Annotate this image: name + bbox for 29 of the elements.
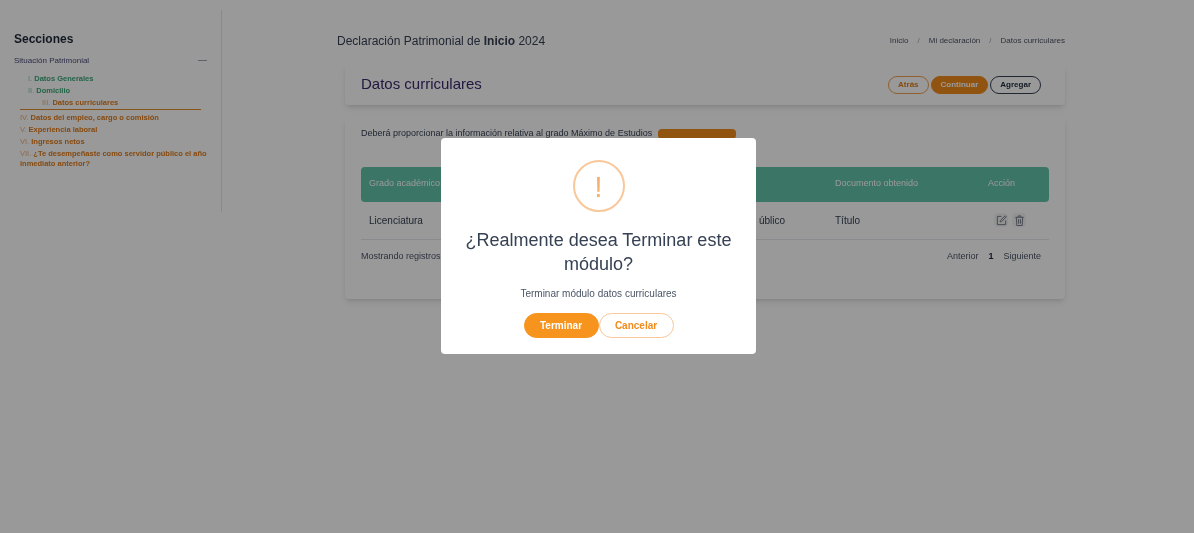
dialog-button[interactable]: Cancelar <box>598 313 674 338</box>
section-group-label[interactable]: Situación Patrimonial <box>14 54 90 67</box>
table-cell-text: Título <box>835 213 860 228</box>
table-cell-text: Licenciatura <box>369 213 423 228</box>
column-header: Grado académico <box>369 177 441 191</box>
action-button[interactable]: Continuar <box>930 75 989 94</box>
breadcrumb-link[interactable]: Inicio <box>889 35 909 47</box>
breadcrumb-link[interactable]: Mi declaración <box>928 35 981 47</box>
dialog-title: ¿Realmente desea Terminar este módulo? <box>464 229 733 276</box>
sidebar-title: Secciones <box>14 31 75 48</box>
dialog-button[interactable]: Terminar <box>523 313 599 338</box>
next-link[interactable]: Siguiente <box>1003 249 1041 263</box>
page-number[interactable]: 1 <box>988 249 994 263</box>
warning-icon: ! <box>572 160 625 212</box>
page-title: Declaración Patrimonial de Inicio 2024 <box>337 33 546 50</box>
action-button[interactable]: Agregar <box>990 75 1041 94</box>
breadcrumb-link[interactable]: Datos curriculares <box>1000 35 1065 47</box>
action-button[interactable]: Atrás <box>888 75 929 94</box>
table-cell-text: úblico <box>759 213 786 228</box>
breadcrumb-separator: / <box>917 35 920 47</box>
column-header: Acción <box>988 177 1015 191</box>
previous-link[interactable]: Anterior <box>946 249 979 263</box>
dialog-message: Terminar módulo datos curriculares <box>520 287 677 301</box>
section-title: Datos curriculares <box>361 74 482 95</box>
column-header: Documento obtenido <box>835 177 919 191</box>
breadcrumb-separator: / <box>989 35 992 47</box>
records-text: Mostrando registros <box>361 249 441 263</box>
collapse-icon[interactable]: — <box>198 54 207 68</box>
notice-text: Deberá proporcionar la información relativa al grado Máximo de Estudios <box>361 127 653 140</box>
